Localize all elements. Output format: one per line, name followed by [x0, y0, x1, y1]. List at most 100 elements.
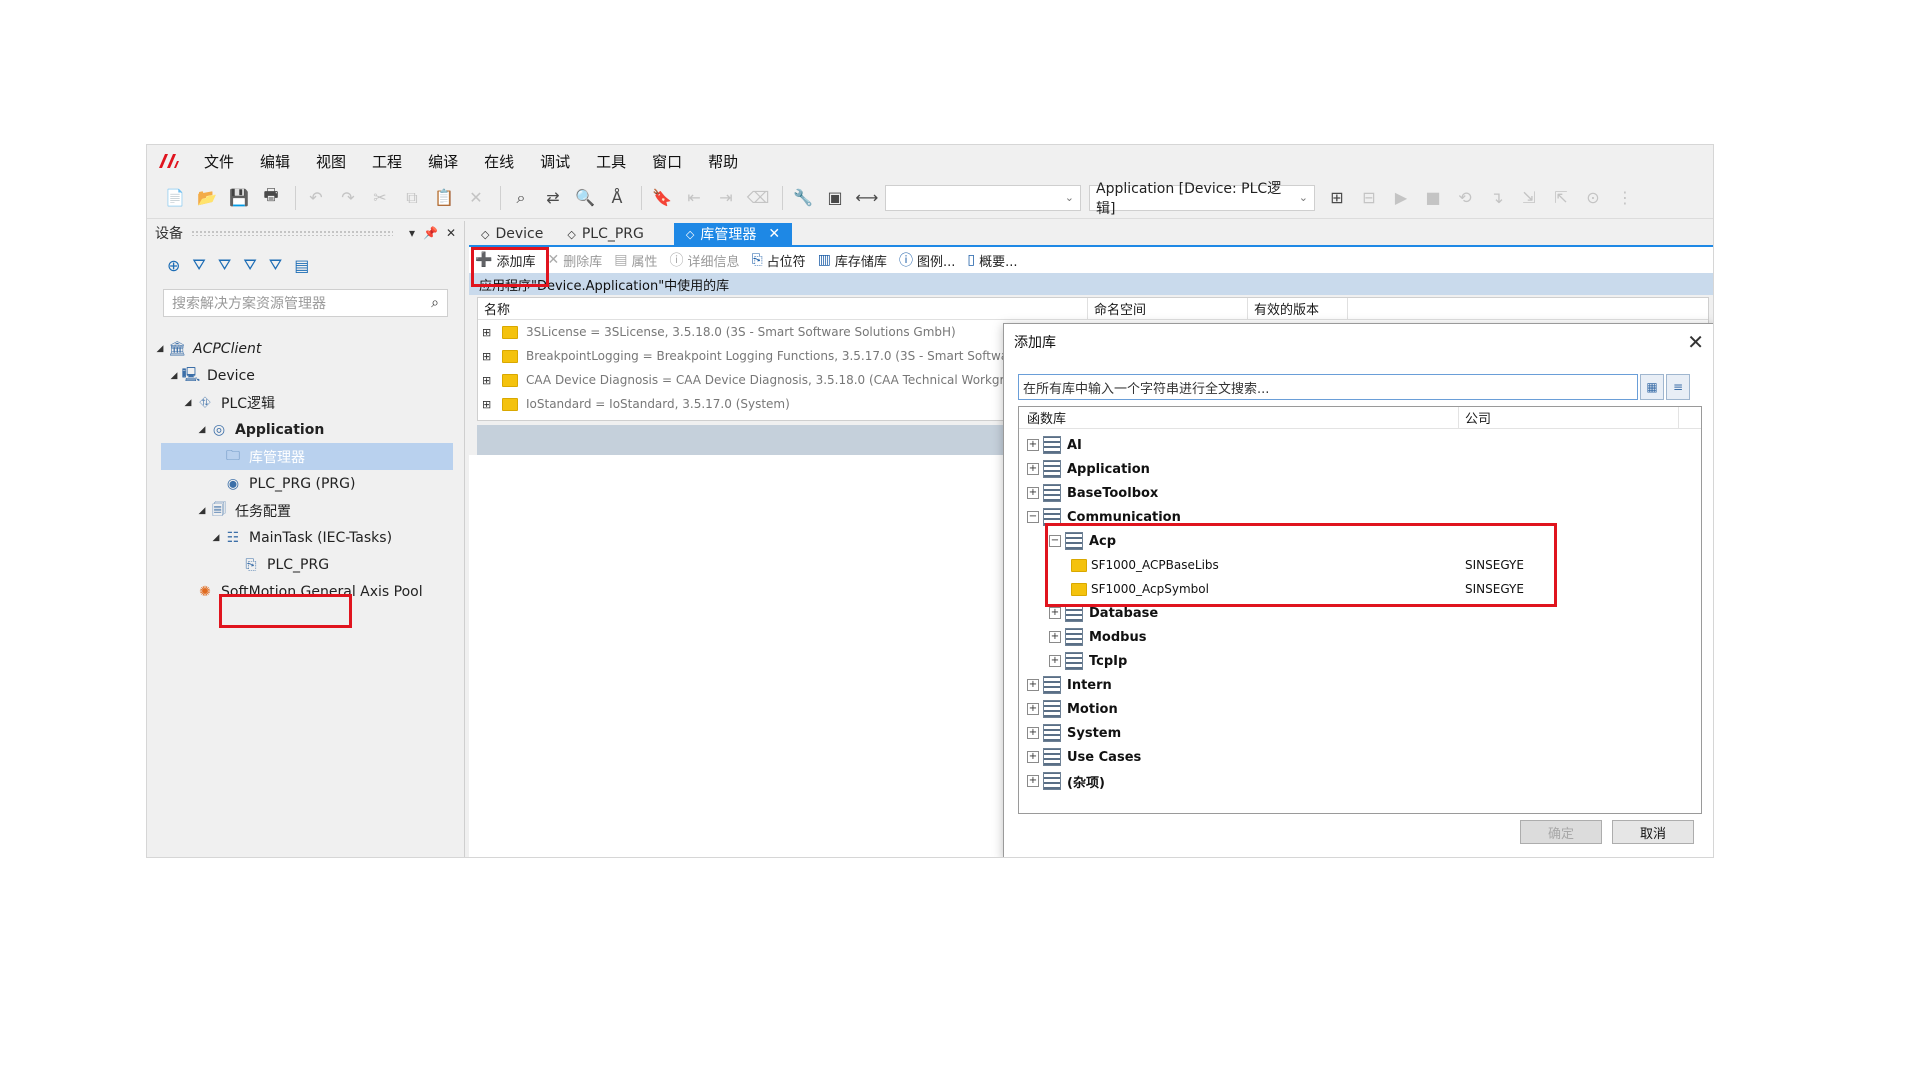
expand-toggle-icon[interactable]: ◢ [209, 533, 223, 543]
menu-item[interactable]: 在线 [471, 151, 527, 172]
column-namespace[interactable]: 命名空间 [1088, 298, 1248, 319]
library-category[interactable]: − Acp [1019, 529, 1701, 553]
expand-icon[interactable]: + [1027, 727, 1039, 739]
collapse-icon[interactable]: − [1049, 535, 1061, 547]
stop-icon[interactable]: ■ [1419, 184, 1447, 212]
compare-icon[interactable]: ⟷ [853, 184, 881, 212]
expand-toggle-icon[interactable]: ◢ [167, 371, 181, 381]
delete-icon[interactable]: ✕ [462, 184, 490, 212]
open-folder-icon[interactable]: 📂 [193, 184, 221, 212]
combo-box-1[interactable]: ⌄ [885, 184, 1081, 211]
library-category[interactable]: + AI [1019, 433, 1701, 457]
menu-item[interactable]: 工程 [359, 151, 415, 172]
expand-icon[interactable]: + [1027, 439, 1039, 451]
save-icon[interactable]: 💾 [225, 184, 253, 212]
expand-toggle-icon[interactable]: ◢ [181, 398, 195, 408]
find-replace-icon[interactable]: ⇄ [539, 184, 567, 212]
tree-item[interactable]: ✺ SoftMotion General Axis Pool [147, 578, 464, 605]
library-category[interactable]: + Database [1019, 601, 1701, 625]
tree-item[interactable]: ◢ 🖳 Device [147, 362, 464, 389]
expand-toggle-icon[interactable]: ◢ [195, 425, 209, 435]
cut-icon[interactable]: ✂ [366, 184, 394, 212]
search-doc-icon[interactable]: 🔍 [571, 184, 599, 212]
bookmark-prev-icon[interactable]: ⇤ [680, 184, 708, 212]
replace-icon[interactable]: Å [603, 184, 631, 212]
login-icon[interactable]: ⊞ [1323, 184, 1351, 212]
step-over-icon[interactable]: ↴ [1483, 184, 1511, 212]
expand-icon[interactable]: + [1027, 679, 1039, 691]
tree-item[interactable]: ⎘ PLC_PRG [147, 551, 464, 578]
menu-item[interactable]: 工具 [583, 151, 639, 172]
bookmark-next-icon[interactable]: ⇥ [712, 184, 740, 212]
collapse-icon[interactable]: − [1027, 511, 1039, 523]
expand-icon[interactable]: + [1027, 703, 1039, 715]
library-repository-button[interactable]: ▥ 库存储库 [818, 251, 887, 270]
tree-item[interactable]: ◢ ◎ Application [147, 416, 464, 443]
properties-button[interactable]: ▤ 属性 [614, 251, 657, 270]
tab-library-manager[interactable]: ◇ 库管理器 ✕ [673, 223, 793, 245]
dropdown-icon[interactable]: ▾ [409, 226, 415, 240]
expand-icon[interactable]: + [1049, 607, 1061, 619]
filter-2-icon[interactable]: ⛛ [218, 255, 231, 275]
expand-toggle-icon[interactable]: ◢ [153, 344, 167, 354]
menu-item[interactable]: 帮助 [695, 151, 751, 172]
library-category[interactable]: + Use Cases [1019, 745, 1701, 769]
run-icon[interactable]: ▶ [1387, 184, 1415, 212]
delete-library-button[interactable]: ✕ 删除库 [547, 251, 602, 270]
library-category[interactable]: + Intern [1019, 673, 1701, 697]
library-category[interactable]: + Motion [1019, 697, 1701, 721]
expand-icon[interactable]: ⊞ [482, 374, 496, 387]
summary-button[interactable]: ▯ 概要... [967, 251, 1017, 270]
tree-item[interactable]: ◢ ⛗ PLC逻辑 [147, 389, 464, 416]
details-button[interactable]: ⓘ 详细信息 [669, 250, 739, 270]
category-view-icon[interactable]: ▦ [1640, 374, 1664, 400]
library-category[interactable]: + Modbus [1019, 625, 1701, 649]
filter-icon[interactable]: ⛛ [192, 255, 205, 275]
legend-button[interactable]: ⓘ 图例... [899, 250, 955, 270]
library-search-input[interactable]: 在所有库中输入一个字符串进行全文搜索... [1018, 374, 1638, 400]
library-category[interactable]: + System [1019, 721, 1701, 745]
breakpoint-icon[interactable]: ⊙ [1579, 184, 1607, 212]
print-icon[interactable]: 🖶 [257, 184, 285, 212]
copy-icon[interactable]: ⧉ [398, 184, 426, 212]
menu-item[interactable]: 编译 [415, 151, 471, 172]
menu-item[interactable]: 视图 [303, 151, 359, 172]
expand-icon[interactable]: + [1027, 487, 1039, 499]
tree-item[interactable]: ◢ ☷ MainTask (IEC-Tasks) [147, 524, 464, 551]
tree-item[interactable]: ◉ PLC_PRG (PRG) [147, 470, 464, 497]
library-item[interactable]: SF1000_ACPBaseLibs SINSEGYE [1019, 553, 1701, 577]
menu-item[interactable]: 文件 [191, 151, 247, 172]
menu-item[interactable]: 窗口 [639, 151, 695, 172]
cancel-button[interactable]: 取消 [1612, 820, 1694, 844]
tab-device[interactable]: ◇ Device [469, 223, 555, 245]
ok-button[interactable]: 确定 [1520, 820, 1602, 844]
new-file-icon[interactable]: 📄 [161, 184, 189, 212]
library-category[interactable]: + TcpIp [1019, 649, 1701, 673]
more-icon[interactable]: ⋮ [1611, 184, 1639, 212]
step-into-icon[interactable]: ⇲ [1515, 184, 1543, 212]
close-icon[interactable]: ✕ [1687, 330, 1704, 354]
tree-item[interactable]: ◢ 🏛 ACPClient [147, 335, 464, 362]
wrench-icon[interactable]: 🔧 [789, 184, 817, 212]
column-library[interactable]: 函数库 [1019, 407, 1459, 428]
expand-icon[interactable]: ⊞ [482, 326, 496, 339]
undo-icon[interactable]: ↶ [302, 184, 330, 212]
window-icon[interactable]: ▣ [821, 184, 849, 212]
pin-icon[interactable]: 📌 [423, 226, 438, 240]
active-application-combo[interactable]: Application [Device: PLC逻辑] ⌄ [1089, 181, 1315, 217]
library-category[interactable]: + (杂项) [1019, 769, 1701, 793]
logout-icon[interactable]: ⊟ [1355, 184, 1383, 212]
library-category[interactable]: + BaseToolbox [1019, 481, 1701, 505]
reset-icon[interactable]: ⟲ [1451, 184, 1479, 212]
library-category[interactable]: − Communication [1019, 505, 1701, 529]
expand-icon[interactable]: + [1027, 463, 1039, 475]
view-options-icon[interactable]: ▤ [294, 256, 309, 275]
find-icon[interactable]: ⌕ [507, 184, 535, 212]
menu-item[interactable]: 调试 [527, 151, 583, 172]
paste-icon[interactable]: 📋 [430, 184, 458, 212]
filter-3-icon[interactable]: ⛛ [243, 255, 256, 275]
tree-item[interactable]: ◢ 🗐 任务配置 [147, 497, 464, 524]
expand-icon[interactable]: ⊞ [482, 398, 496, 411]
column-company[interactable]: 公司 [1459, 407, 1679, 428]
bookmark-icon[interactable]: 🔖 [648, 184, 676, 212]
